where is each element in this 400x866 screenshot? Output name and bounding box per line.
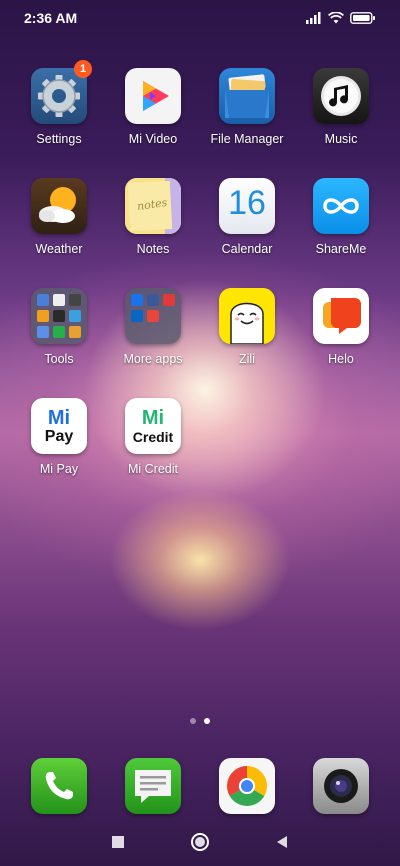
chrome-icon <box>219 758 275 814</box>
wifi-icon <box>328 12 344 24</box>
dock-messages[interactable] <box>106 758 200 814</box>
app-label: Calendar <box>221 242 273 256</box>
app-zili[interactable]: Zili <box>200 288 294 366</box>
app-music[interactable]: Music <box>294 68 388 146</box>
app-tools-folder[interactable]: Tools <box>12 288 106 366</box>
app-file-manager[interactable]: File Manager <box>200 68 294 146</box>
app-label: File Manager <box>210 132 284 146</box>
file-manager-icon <box>219 68 275 124</box>
app-settings[interactable]: 1 Settings <box>12 60 106 146</box>
app-notes[interactable]: notes Notes <box>106 178 200 256</box>
page-indicator <box>0 718 400 724</box>
app-label: Tools <box>44 352 74 366</box>
home-circle-icon <box>191 833 209 851</box>
dock-chrome[interactable] <box>200 758 294 814</box>
app-label: Weather <box>35 242 83 256</box>
app-mi-credit[interactable]: Mi Credit Mi Credit <box>106 398 200 476</box>
dock-phone[interactable] <box>12 758 106 814</box>
app-mi-video[interactable]: Mi Video <box>106 68 200 146</box>
app-calendar[interactable]: 16 Calendar <box>200 178 294 256</box>
camera-icon <box>313 758 369 814</box>
notification-badge: 1 <box>74 60 92 78</box>
mi-credit-icon: Mi Credit <box>125 398 181 454</box>
phone-icon <box>31 758 87 814</box>
status-time: 2:36 AM <box>24 10 78 26</box>
app-label: Settings <box>36 132 82 146</box>
helo-icon <box>313 288 369 344</box>
navigation-bar <box>0 826 400 858</box>
signal-icon <box>306 12 321 24</box>
mi-video-icon <box>125 68 181 124</box>
home-button[interactable] <box>188 830 212 854</box>
app-label: Helo <box>328 352 354 366</box>
app-label: ShareMe <box>315 242 367 256</box>
svg-text:Mi: Mi <box>48 407 70 429</box>
weather-icon <box>31 178 87 234</box>
calendar-icon: 16 <box>219 178 275 234</box>
app-label: Zili <box>239 352 255 366</box>
app-mi-pay[interactable]: Mi Pay Mi Pay <box>12 398 106 476</box>
zili-icon <box>219 288 275 344</box>
app-label: More apps <box>123 352 183 366</box>
mi-pay-tile-text: Pay <box>44 428 74 445</box>
messages-icon <box>125 758 181 814</box>
status-icons <box>306 12 376 24</box>
app-label: Music <box>324 132 358 146</box>
app-label: Mi Video <box>128 132 178 146</box>
dock-camera[interactable] <box>294 758 388 814</box>
more-apps-folder-icon <box>125 288 181 344</box>
app-more-apps-folder[interactable]: More apps <box>106 288 200 366</box>
back-button[interactable] <box>270 830 294 854</box>
svg-text:Mi: Mi <box>142 407 164 429</box>
battery-icon <box>350 12 375 24</box>
mi-credit-tile-text: Credit <box>132 429 174 445</box>
status-bar: 2:36 AM <box>0 0 400 36</box>
calendar-date: 16 <box>228 184 266 222</box>
app-weather[interactable]: Weather <box>12 178 106 256</box>
app-shareme[interactable]: ShareMe <box>294 178 388 256</box>
app-helo[interactable]: Helo <box>294 288 388 366</box>
app-label: Notes <box>136 242 170 256</box>
shareme-icon <box>313 178 369 234</box>
tools-folder-icon <box>31 288 87 344</box>
notes-icon: notes <box>125 178 181 234</box>
recents-button[interactable] <box>106 830 130 854</box>
back-triangle-icon <box>277 836 287 848</box>
page-dot-active[interactable] <box>204 718 210 724</box>
dock <box>12 758 388 818</box>
music-icon <box>313 68 369 124</box>
app-label: Mi Credit <box>127 462 178 476</box>
recents-square-icon <box>112 836 124 848</box>
app-label: Mi Pay <box>39 462 79 476</box>
mi-pay-icon: Mi Pay <box>31 398 87 454</box>
page-dot[interactable] <box>190 718 196 724</box>
